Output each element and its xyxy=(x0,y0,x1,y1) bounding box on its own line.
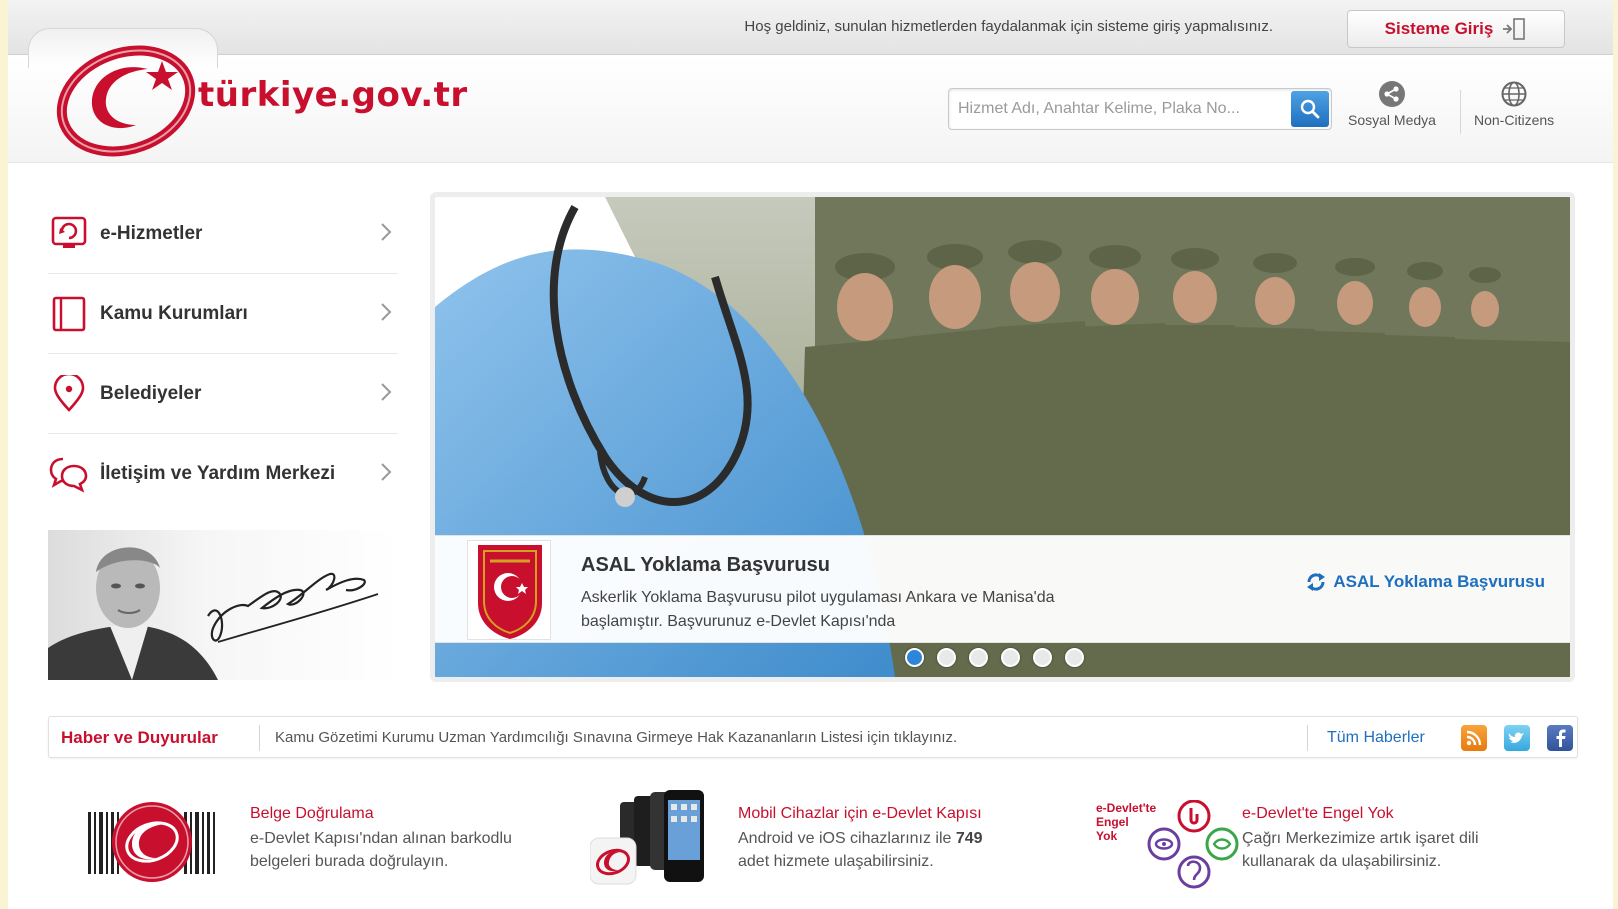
social-media-label: Sosyal Medya xyxy=(1348,112,1436,128)
e-services-icon xyxy=(48,213,90,255)
search-icon xyxy=(1300,99,1320,119)
rss-icon[interactable] xyxy=(1461,725,1487,751)
share-icon xyxy=(1378,81,1405,107)
svg-text:Yok: Yok xyxy=(1096,829,1117,843)
welcome-message: Hoş geldiniz, sunulan hizmetlerden fayda… xyxy=(744,18,1273,35)
menu-item-help-center[interactable]: İletişim ve Yardım Merkezi xyxy=(48,434,398,514)
slider-dot[interactable] xyxy=(969,648,988,667)
menu-label: Belediyeler xyxy=(100,382,202,404)
feature-line: kullanarak da ulaşabilirsiniz. xyxy=(1242,853,1442,870)
hero-slider[interactable]: ASAL Yoklama Başvurusu Askerlik Yoklama … xyxy=(430,192,1575,682)
site-logo[interactable]: türkiye.gov.tr xyxy=(52,38,522,158)
military-emblem-icon xyxy=(467,540,551,640)
mobile-phones-icon xyxy=(590,790,704,885)
feature-line: belgeleri burada doğrulayın. xyxy=(250,853,449,870)
mobile-devices-feature[interactable]: Mobil Cihazlar için e-Devlet Kapısı Andr… xyxy=(590,788,1060,892)
news-headline[interactable]: Kamu Gözetimi Kurumu Uzman Yardımcılığı … xyxy=(275,729,957,746)
login-label: Sisteme Giriş xyxy=(1384,19,1494,38)
login-door-icon xyxy=(1503,18,1526,40)
news-divider xyxy=(1307,725,1308,751)
login-button[interactable]: Sisteme Giriş xyxy=(1347,10,1565,48)
page: Hoş geldiniz, sunulan hizmetlerden fayda… xyxy=(8,0,1613,909)
non-citizens-label: Non-Citizens xyxy=(1474,112,1555,128)
service-count: 749 xyxy=(955,830,983,847)
feature-line: Çağrı Merkezimize artık işaret dili xyxy=(1242,830,1479,847)
news-divider xyxy=(259,725,260,751)
ataturk-portrait xyxy=(48,530,398,680)
chevron-right-icon xyxy=(381,223,392,241)
barcode-seal-icon xyxy=(88,802,215,882)
logo-text: türkiye.gov.tr xyxy=(198,75,468,115)
slider-dot[interactable] xyxy=(937,648,956,667)
feature-line: Android ve iOS cihazlarınız ile 749 xyxy=(738,827,983,850)
feature-title[interactable]: Belge Doğrulama xyxy=(250,805,512,823)
feature-text: Mobil Cihazlar için e-Devlet Kapısı Andr… xyxy=(738,805,983,873)
feature-line-text: Android ve iOS cihazlarınız ile xyxy=(738,830,956,847)
chevron-right-icon xyxy=(381,303,392,321)
chat-bubbles-icon xyxy=(48,453,90,495)
slide-description: Askerlik Yoklama Başvurusu pilot uygulam… xyxy=(581,589,1055,630)
feature-title[interactable]: e-Devlet'te Engel Yok xyxy=(1242,805,1479,823)
svg-text:Engel: Engel xyxy=(1096,815,1129,829)
slide-link[interactable]: ASAL Yoklama Başvurusu xyxy=(1305,572,1545,592)
chevron-right-icon xyxy=(381,463,392,481)
slide-title: ASAL Yoklama Başvurusu xyxy=(581,554,830,576)
menu-item-institutions[interactable]: Kamu Kurumları xyxy=(48,274,398,354)
search-button[interactable] xyxy=(1291,91,1329,127)
feature-text: e-Devlet'te Engel Yok Çağrı Merkezimize … xyxy=(1242,805,1479,873)
news-bar: Haber ve Duyurular Kamu Gözetimi Kurumu … xyxy=(48,716,1578,758)
document-verification-feature[interactable]: Belge Doğrulama e-Devlet Kapısı'ndan alı… xyxy=(84,790,554,890)
slider-dot[interactable] xyxy=(905,648,924,667)
slider-dots xyxy=(905,648,1084,667)
feature-line: adet hizmete ulaşabilirsiniz. xyxy=(738,853,934,870)
twitter-icon[interactable] xyxy=(1504,725,1530,751)
crescent-star-logo-icon xyxy=(56,45,196,157)
slider-dot[interactable] xyxy=(1033,648,1052,667)
chevron-right-icon xyxy=(381,383,392,401)
main-menu: e-Hizmetler Kamu Kurumları Belediyeler İ… xyxy=(48,194,398,514)
non-citizens-link[interactable]: Non-Citizens xyxy=(1474,80,1554,128)
header-divider xyxy=(1460,90,1461,134)
institutions-icon xyxy=(48,293,90,335)
search-input[interactable] xyxy=(949,89,1291,129)
search-box xyxy=(948,88,1332,130)
menu-label: İletişim ve Yardım Merkezi xyxy=(100,463,336,484)
slider-dot[interactable] xyxy=(1065,648,1084,667)
feature-text: Belge Doğrulama e-Devlet Kapısı'ndan alı… xyxy=(250,805,512,873)
refresh-icon xyxy=(1307,573,1326,591)
location-pin-icon xyxy=(48,373,90,415)
accessibility-logo-icon: e-Devlet'te Engel Yok xyxy=(1096,800,1239,889)
menu-label: e-Hizmetler xyxy=(100,222,203,244)
menu-item-municipalities[interactable]: Belediyeler xyxy=(48,354,398,434)
facebook-icon[interactable] xyxy=(1547,725,1573,751)
slide-link-label: ASAL Yoklama Başvurusu xyxy=(1333,572,1545,591)
ataturk-portrait-image xyxy=(48,547,379,680)
feature-line: e-Devlet Kapısı'ndan alınan barkodlu xyxy=(250,830,512,847)
slide-caption: ASAL Yoklama Başvurusu Askerlik Yoklama … xyxy=(435,535,1570,643)
all-news-link[interactable]: Tüm Haberler xyxy=(1327,729,1425,747)
globe-icon xyxy=(1501,81,1527,107)
menu-item-e-services[interactable]: e-Hizmetler xyxy=(48,194,398,274)
svg-text:e-Devlet'te: e-Devlet'te xyxy=(1096,801,1157,815)
accessibility-feature[interactable]: e-Devlet'te Engel Yok e-Devlet'te Engel … xyxy=(1096,800,1566,900)
menu-label: Kamu Kurumları xyxy=(100,302,248,324)
feature-title[interactable]: Mobil Cihazlar için e-Devlet Kapısı xyxy=(738,805,983,823)
social-media-link[interactable]: Sosyal Medya xyxy=(1348,80,1436,128)
news-title: Haber ve Duyurular xyxy=(61,728,218,747)
slider-dot[interactable] xyxy=(1001,648,1020,667)
